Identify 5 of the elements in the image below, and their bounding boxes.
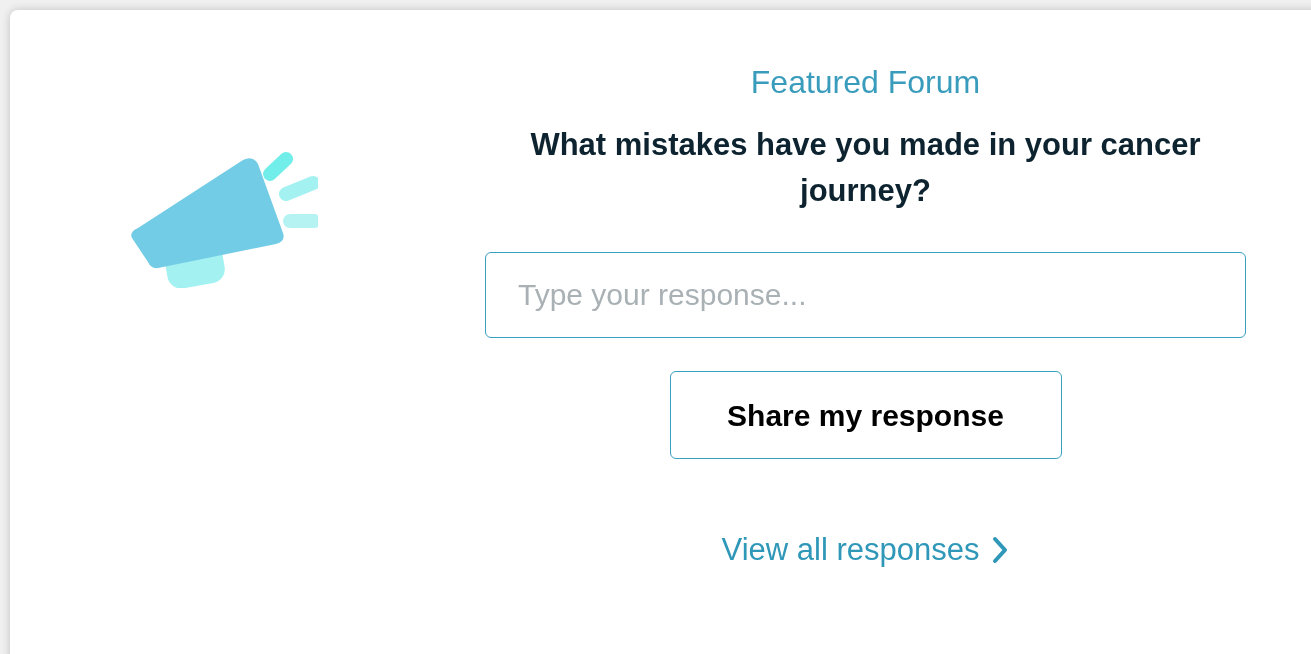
chevron-right-icon [991, 535, 1010, 566]
share-response-button[interactable]: Share my response [669, 371, 1062, 459]
response-field[interactable]: Type your response... [485, 252, 1246, 338]
forum-question: What mistakes have you made in your cancer journey? [529, 126, 1202, 210]
forum-eyebrow: Featured Forum [750, 63, 981, 102]
